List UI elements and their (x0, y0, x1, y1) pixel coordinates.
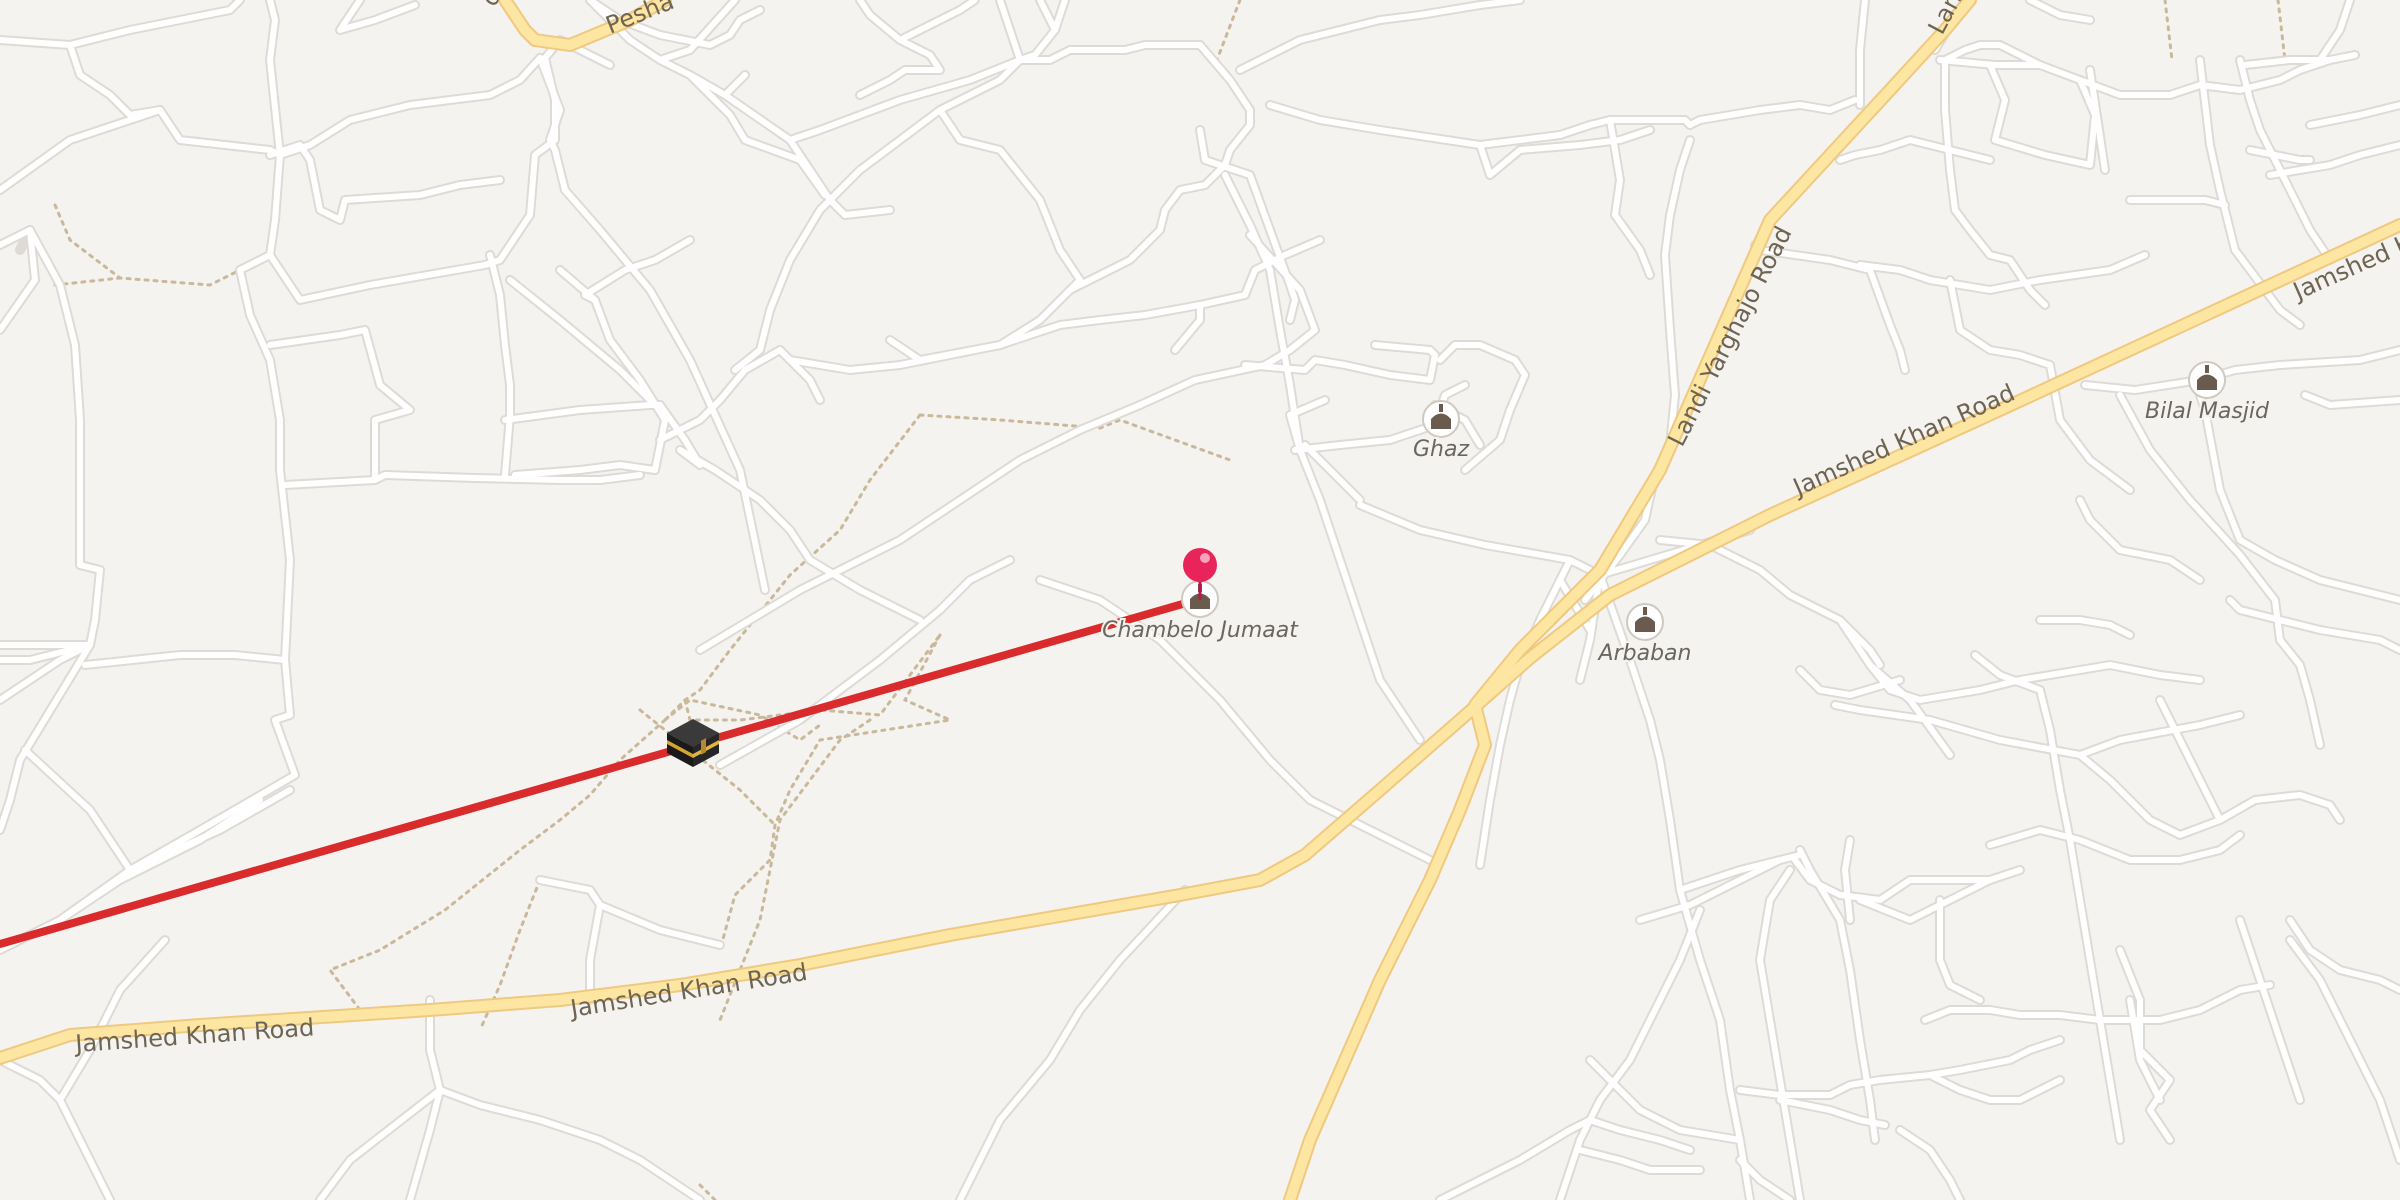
mosque-icon (2188, 361, 2226, 399)
road-label-jamshed-khan-3: Jamshed Khan Road (1787, 379, 2019, 503)
road-label-top-left-partial: d (475, 0, 507, 11)
map-canvas[interactable]: Jamshed Khan Road Jamshed Khan Road Jams… (0, 0, 2400, 1200)
kaaba-icon[interactable] (667, 719, 719, 767)
poi-label: Arbaban (1597, 641, 1692, 666)
poi-label: Chambelo Jumaat (1102, 618, 1299, 643)
road-label-jamshed-khan-2: Jamshed Khan Road (567, 958, 810, 1023)
map-layer: Jamshed Khan Road Jamshed Khan Road Jams… (0, 0, 2400, 1200)
mosque-icon (1626, 603, 1664, 641)
poi-label: Ghaz (1413, 437, 1469, 462)
mosque-icon (1422, 400, 1460, 438)
road-label-landi-yarghajo: Landi Yarghajo Road (1662, 222, 1797, 451)
poi-label: Bilal Masjid (2145, 399, 2270, 424)
